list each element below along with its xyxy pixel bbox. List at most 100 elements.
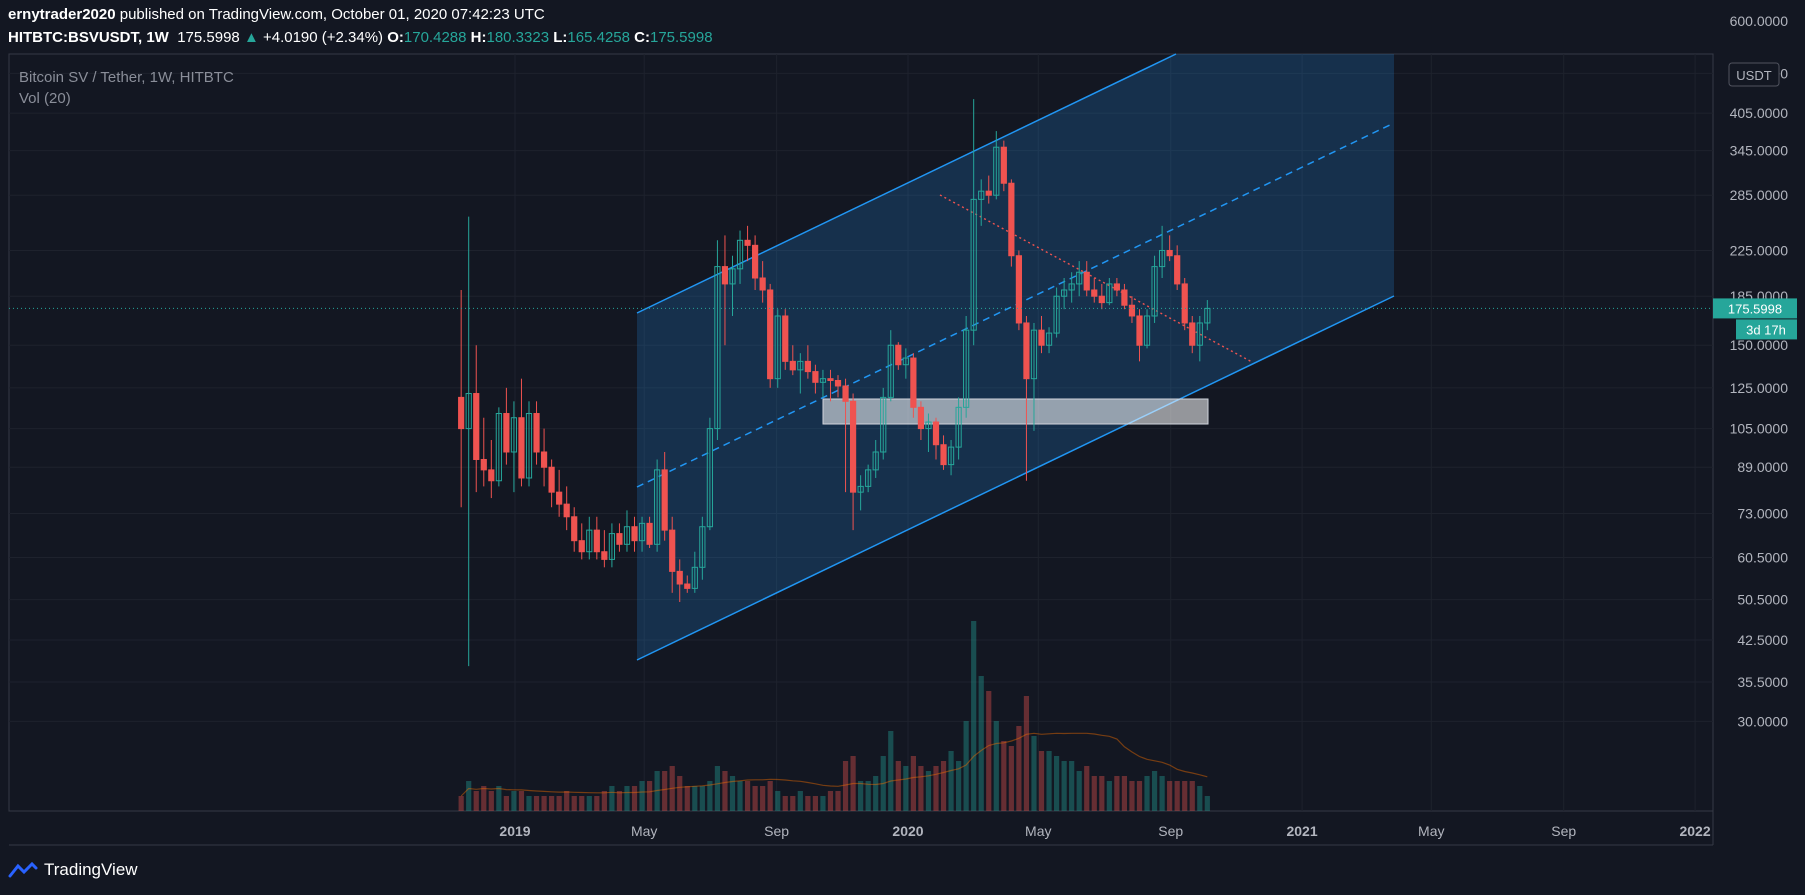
volume-bar [903,766,909,811]
candle-body [774,315,781,380]
candle-body [706,428,713,528]
time-tick-label: 2021 [1286,823,1317,839]
candle-body [480,458,487,471]
candle-body [601,551,608,560]
chart-title: Bitcoin SV / Tether, 1W, HITBTC [19,69,234,86]
volume-bar [782,796,788,811]
time-tick-label: May [631,823,657,839]
candle-body [1091,289,1098,297]
candle-body [1166,249,1173,257]
volume-bar [1151,771,1158,811]
candle-body [993,146,1000,196]
candle-body [865,469,872,487]
volume-bar [925,771,932,811]
price-tick-label: 50.5000 [1737,592,1788,608]
candle-body [1061,289,1068,297]
candle-body [556,491,563,505]
candle-body [1136,315,1143,346]
candle-body [985,190,992,196]
candle-body [608,533,616,560]
drawings [636,53,1395,661]
volume-bar [1144,776,1150,811]
candle-body [872,451,879,471]
tradingview-logo[interactable]: TradingView [8,860,138,880]
candle-body [1143,315,1151,346]
candle-body [729,268,736,285]
price-tick-label: 285.0000 [1730,187,1789,203]
candle-body [804,360,811,373]
price-tick-label: 150.0000 [1730,337,1789,353]
candle-body [1030,329,1038,380]
candle-body [1038,329,1045,346]
volume-bar [594,796,600,811]
time-axis[interactable]: 2019 May Sep 2020 May Sep 2021 May Sep 2022 [499,823,1710,839]
tradingview-logo-icon [8,862,38,878]
time-tick-label: 2022 [1679,823,1710,839]
candle-body [895,344,902,366]
volume-bar [699,786,705,811]
price-tick-label: 42.5000 [1737,632,1788,648]
candle-body [691,566,698,589]
candle-body [1181,283,1188,324]
candle-body [661,469,668,531]
candle-body [533,413,540,453]
candle-body [925,421,932,430]
candle-body [1106,283,1113,304]
volume-bar [835,791,841,811]
volume-bar [518,791,525,811]
candle-body [849,400,857,493]
candle-body [917,406,925,430]
candle-body [548,466,555,493]
volume-bar [549,796,555,811]
candle-body [887,344,894,398]
candle-body [963,329,970,408]
volume-bar [1084,766,1090,811]
time-tick-label: May [1418,823,1444,839]
countdown-label: 3d 17h [1746,322,1786,337]
candle-body [616,533,623,545]
volume-bar [1121,776,1128,811]
volume-bar [797,791,803,811]
candle-body [1068,283,1075,291]
volume-bar [812,796,819,811]
price-tick-label: 30.0000 [1737,713,1788,729]
time-tick-label: May [1025,823,1051,839]
candle-body [947,446,955,466]
candle-body [978,190,985,200]
volume-bar [541,796,547,811]
candle-body [458,396,465,430]
volume-bar [646,781,653,811]
candle-body [1159,249,1166,268]
candle-body [1121,289,1128,306]
volume-bar [488,791,494,811]
price-axis[interactable]: 600.0000480.0000405.0000345.0000285.0000… [1730,13,1789,729]
candle-body [654,469,661,545]
candle-body [638,522,646,542]
volume-bar [1167,781,1173,811]
volume-bar [639,781,645,811]
candle-body [540,451,548,468]
volume-bar [948,751,954,811]
candle-body [1023,322,1030,380]
price-tick-label: 600.0000 [1730,13,1789,29]
candle-body [473,393,480,460]
volume-bar [827,791,834,811]
volume-bars [458,621,1210,811]
candle-body [525,413,533,479]
candle-body [955,406,962,448]
candle-body [465,393,472,430]
volume-bar [684,786,690,811]
price-tick-label: 35.5000 [1737,674,1788,690]
price-tick-label: 405.0000 [1730,105,1789,121]
volume-bar [895,761,901,811]
volume-bar [1114,776,1120,811]
volume-bar [1053,756,1060,811]
volume-bar [533,796,540,811]
time-tick-label: 2019 [499,823,530,839]
volume-bar [677,776,683,811]
price-chart[interactable]: 600.0000480.0000405.0000345.0000285.0000… [0,0,1805,895]
time-tick-label: Sep [1551,823,1576,839]
volume-bar [933,766,939,811]
candle-body [495,413,502,482]
volume-bar [1069,761,1075,811]
